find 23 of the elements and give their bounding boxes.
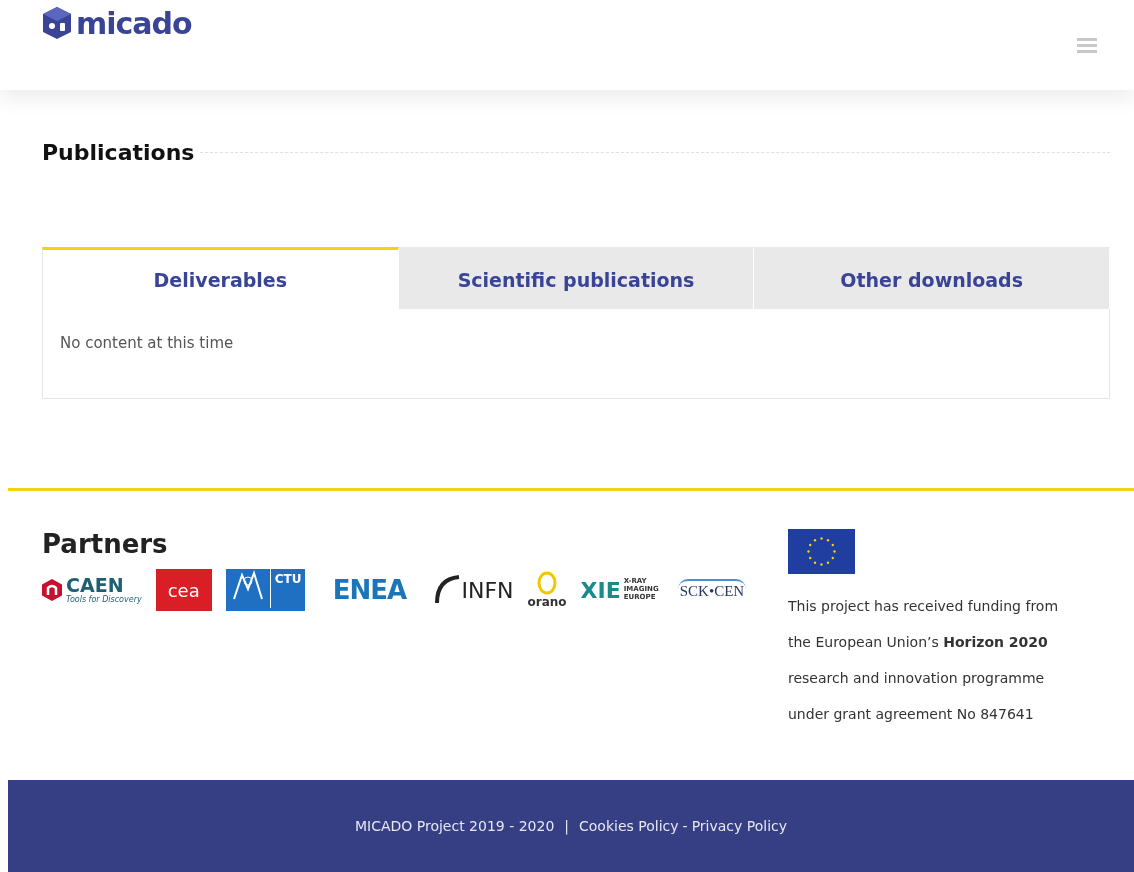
partner-logo[interactable]: CTU xyxy=(225,569,306,611)
empty-message: No content at this time xyxy=(60,334,234,352)
menu-icon[interactable] xyxy=(1077,37,1097,53)
partner-logo[interactable]: cea xyxy=(155,569,212,611)
footer-link[interactable]: Privacy Policy xyxy=(691,818,788,834)
partner-logo[interactable]: SCK•CEN xyxy=(677,578,747,602)
tab[interactable]: Scientific publications xyxy=(398,247,755,309)
cube-icon xyxy=(42,6,72,40)
footer-link[interactable]: Cookies Policy xyxy=(579,818,679,834)
tab[interactable]: Other downloads xyxy=(754,247,1110,309)
partner-logo[interactable]: CAEN Tools for Discovery xyxy=(42,576,142,604)
partner-logo[interactable]: INFN xyxy=(433,573,514,607)
partner-logo[interactable]: orano xyxy=(527,571,567,609)
flag-icon xyxy=(788,529,855,574)
copyright-text: MICADO Project 2019 - 2020 xyxy=(354,818,555,834)
page-title: Publications xyxy=(42,140,195,165)
funding-text: This project has received funding from the European Union’s Horizon 2020 research and innovation programme under grant agreement No 847641 xyxy=(788,597,1060,724)
separator-text: - xyxy=(682,818,688,834)
separator-text: | xyxy=(564,818,570,834)
logo-text[interactable]: micado xyxy=(76,5,192,41)
partner-logo[interactable]: ENEA xyxy=(319,575,420,605)
tab[interactable]: Deliverables xyxy=(42,247,399,309)
partners-heading: Partners xyxy=(42,529,169,559)
